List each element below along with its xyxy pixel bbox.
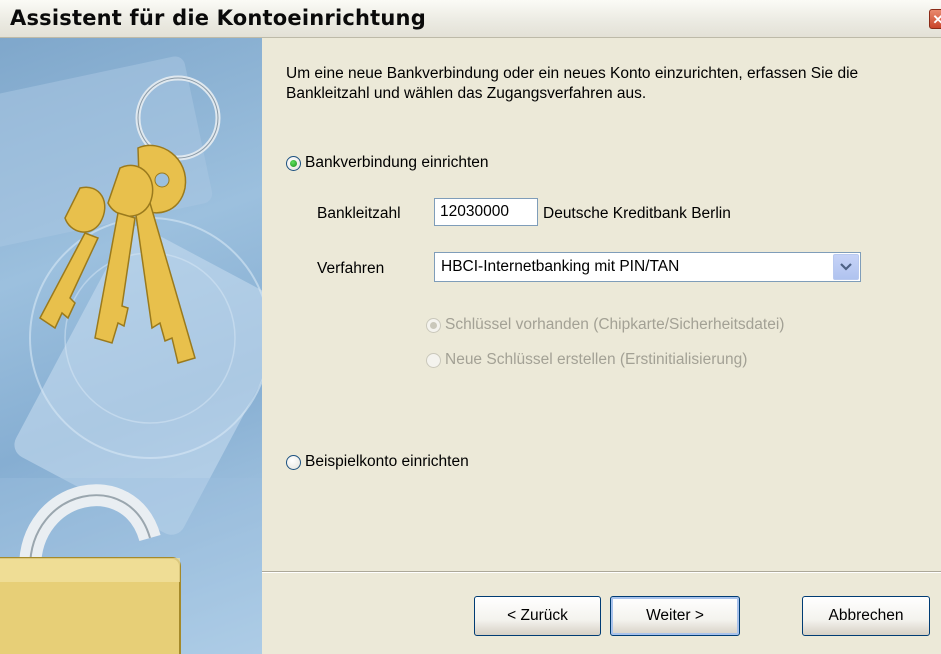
verfahren-label: Verfahren [317, 260, 385, 277]
verfahren-selected: HBCI-Internetbanking mit PIN/TAN [441, 258, 680, 275]
separator [262, 571, 941, 573]
bank-name: Deutsche Kreditbank Berlin [543, 205, 731, 222]
bankleitzahl-label: Bankleitzahl [317, 205, 401, 222]
radio-label: Bankverbindung einrichten [305, 154, 489, 171]
radio-button[interactable] [286, 155, 301, 171]
next-button[interactable]: Weiter > [610, 596, 740, 636]
window-title: Assistent für die Kontoeinrichtung [10, 6, 426, 30]
radio-button[interactable] [286, 454, 301, 470]
bankleitzahl-input[interactable]: 12030000 [434, 198, 538, 226]
cancel-button[interactable]: Abbrechen [802, 596, 930, 636]
radio-button[interactable] [426, 317, 441, 333]
wizard-side-illustration [0, 38, 262, 654]
radio-beispielkonto[interactable]: Beispielkonto einrichten [286, 453, 469, 471]
radio-neue-schluessel[interactable]: Neue Schlüssel erstellen (Erstinitialisi… [426, 351, 747, 369]
keys-padlock-illustration [0, 56, 262, 654]
chevron-down-icon[interactable] [833, 254, 859, 280]
radio-label: Beispielkonto einrichten [305, 453, 469, 470]
radio-label: Schlüssel vorhanden (Chipkarte/Sicherhei… [445, 316, 785, 333]
radio-label: Neue Schlüssel erstellen (Erstinitialisi… [445, 351, 748, 368]
intro-text: Um eine neue Bankverbindung oder ein neu… [286, 65, 859, 102]
wizard-content: Um eine neue Bankverbindung oder ein neu… [262, 38, 941, 654]
back-button[interactable]: < Zurück [474, 596, 601, 636]
radio-button[interactable] [426, 352, 441, 368]
verfahren-select[interactable]: HBCI-Internetbanking mit PIN/TAN [434, 252, 861, 282]
radio-schluessel-vorhanden[interactable]: Schlüssel vorhanden (Chipkarte/Sicherhei… [426, 316, 784, 334]
radio-bankverbindung[interactable]: Bankverbindung einrichten [286, 154, 489, 172]
title-bar: Assistent für die Kontoeinrichtung ✕ [0, 0, 941, 38]
close-icon[interactable]: ✕ [929, 9, 941, 29]
